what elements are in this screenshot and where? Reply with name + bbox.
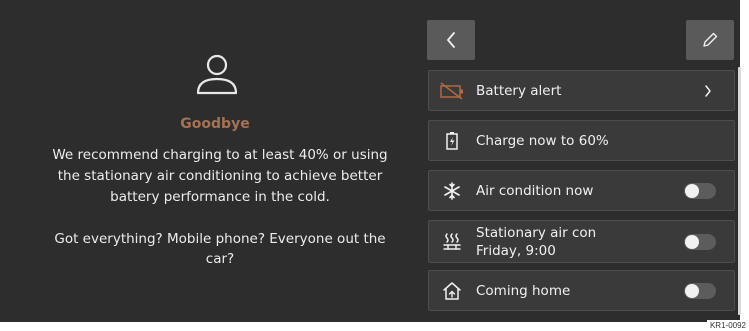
- heating-icon: [439, 230, 465, 254]
- stationary-air-con-time: Friday, 9:00: [476, 242, 556, 259]
- house-icon: [439, 279, 465, 303]
- goodbye-title: Goodbye: [180, 116, 250, 132]
- stationary-air-con-title: Stationary air con: [476, 224, 597, 241]
- charging-recommendation: We recommend charging to at least 40% or…: [52, 147, 388, 205]
- battery-alert-row[interactable]: Battery alert: [428, 70, 735, 111]
- stationary-air-con-label: Stationary air con Friday, 9:00: [476, 224, 596, 260]
- snowflake-icon: [439, 179, 465, 203]
- battery-charge-icon: [439, 129, 465, 153]
- goodbye-panel: Goodbye We recommend charging to at leas…: [0, 0, 426, 322]
- air-condition-toggle[interactable]: [684, 182, 716, 199]
- chevron-left-icon: [447, 32, 455, 48]
- back-button[interactable]: [427, 20, 475, 60]
- figure-reference: KR1-0092: [706, 320, 749, 331]
- coming-home-row[interactable]: Coming home: [428, 270, 735, 311]
- vehicle-screen: Goodbye We recommend charging to at leas…: [0, 0, 741, 322]
- charge-now-row[interactable]: Charge now to 60%: [428, 120, 735, 161]
- toggle-knob: [685, 234, 699, 249]
- pencil-icon: [703, 32, 718, 47]
- stationary-air-con-toggle[interactable]: [684, 233, 716, 250]
- battery-alert-icon: [439, 79, 465, 103]
- stationary-air-con-row[interactable]: Stationary air con Friday, 9:00: [428, 220, 735, 263]
- air-condition-label: Air condition now: [476, 182, 594, 199]
- chevron-right-icon: [705, 84, 711, 97]
- coming-home-toggle[interactable]: [684, 282, 716, 299]
- air-condition-row[interactable]: Air condition now: [428, 170, 735, 211]
- battery-alert-label: Battery alert: [476, 82, 562, 99]
- toggle-knob: [685, 283, 699, 298]
- list-scrollbar[interactable]: [738, 67, 741, 315]
- person-icon: [196, 54, 238, 95]
- checklist-question: Got everything? Mobile phone? Everyone o…: [54, 231, 386, 267]
- toggle-knob: [685, 183, 699, 198]
- coming-home-label: Coming home: [476, 282, 571, 299]
- charge-now-label: Charge now to 60%: [476, 132, 609, 149]
- edit-button[interactable]: [686, 20, 734, 60]
